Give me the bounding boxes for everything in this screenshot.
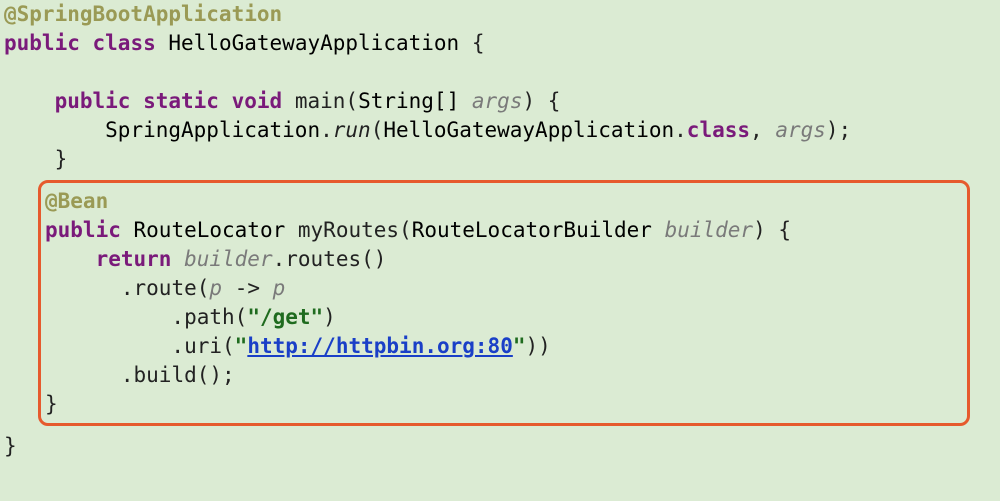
brace-close: }: [45, 392, 58, 416]
string-quote-close: ": [513, 334, 526, 358]
call-path: path: [184, 305, 235, 329]
brace-close: }: [55, 147, 68, 171]
kw-static: static: [143, 89, 219, 113]
call-route: route: [134, 276, 197, 300]
annotation-bean: @Bean: [45, 189, 108, 213]
call-run: run: [333, 118, 371, 142]
class-ref: HelloGatewayApplication: [383, 118, 674, 142]
annotation-springboot: @SpringBootApplication: [4, 2, 282, 26]
return-type: RouteLocator: [134, 218, 286, 242]
builder-ref: builder: [184, 247, 273, 271]
kw-return: return: [96, 247, 172, 271]
string-url: http://httpbin.org:80: [247, 334, 513, 358]
kw-class: class: [93, 31, 156, 55]
type-springapplication: SpringApplication: [105, 118, 320, 142]
method-myroutes: myRoutes: [298, 218, 399, 242]
string-path: "/get": [247, 305, 323, 329]
brace-open: {: [778, 218, 791, 242]
kw-public: public: [55, 89, 131, 113]
call-build: build: [134, 363, 197, 387]
brace-open: {: [472, 31, 485, 55]
class-name: HelloGatewayApplication: [168, 31, 459, 55]
call-uri: uri: [184, 334, 222, 358]
param-type-stringarr: String[]: [358, 89, 459, 113]
highlighted-region: @Bean public RouteLocator myRoutes(Route…: [38, 180, 970, 426]
kw-public: public: [45, 218, 121, 242]
param-type-builder: RouteLocatorBuilder: [412, 218, 652, 242]
code-block-end: }: [0, 432, 1000, 461]
code-block-bean: @Bean public RouteLocator myRoutes(Route…: [45, 187, 959, 419]
lambda-p: p: [209, 276, 222, 300]
method-main: main: [295, 89, 346, 113]
lambda-arrow: ->: [235, 276, 260, 300]
kw-void: void: [232, 89, 283, 113]
kw-public: public: [4, 31, 80, 55]
brace-close: }: [4, 434, 17, 458]
dot-class: class: [687, 118, 750, 142]
param-builder: builder: [665, 218, 754, 242]
brace-open: {: [548, 89, 561, 113]
call-routes: routes: [285, 247, 361, 271]
string-quote-open: ": [235, 334, 248, 358]
lambda-p2: p: [273, 276, 286, 300]
code-block: @SpringBootApplication public class Hell…: [0, 0, 1000, 174]
args-ref: args: [775, 118, 826, 142]
param-args: args: [472, 89, 523, 113]
